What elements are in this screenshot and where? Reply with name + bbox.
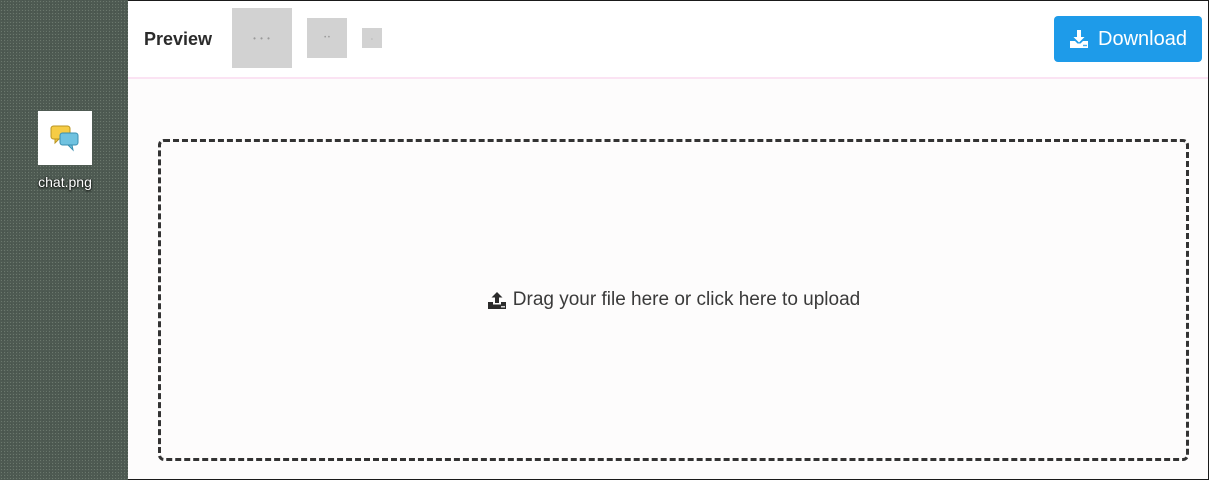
desktop-background: chat.png bbox=[0, 0, 128, 480]
preview-thumbnail-small[interactable]: • bbox=[362, 28, 382, 48]
thumbnail-glyph: • bbox=[371, 35, 373, 41]
chat-bubbles-icon bbox=[50, 125, 79, 152]
toolbar: Preview • • • • • • Download bbox=[128, 1, 1208, 79]
file-name-label: chat.png bbox=[38, 174, 92, 190]
file-thumbnail[interactable] bbox=[38, 111, 92, 165]
preview-thumbnail-medium[interactable]: • • bbox=[307, 18, 347, 58]
download-icon bbox=[1069, 29, 1089, 49]
download-button[interactable]: Download bbox=[1054, 16, 1202, 62]
dropzone-text: Drag your file here or click here to upl… bbox=[512, 289, 861, 310]
preview-thumbnail-large[interactable]: • • • bbox=[232, 8, 292, 68]
app-window: Preview • • • • • • Download Drag your f… bbox=[128, 0, 1209, 480]
download-label: Download bbox=[1098, 27, 1187, 50]
desktop-file-chat[interactable]: chat.png bbox=[28, 111, 102, 190]
file-upload-dropzone[interactable]: Drag your file here or click here to upl… bbox=[158, 139, 1189, 461]
upload-icon bbox=[487, 291, 507, 310]
preview-title: Preview bbox=[144, 29, 213, 49]
thumbnail-glyph: • • bbox=[324, 35, 330, 41]
thumbnail-glyph: • • • bbox=[253, 33, 271, 43]
